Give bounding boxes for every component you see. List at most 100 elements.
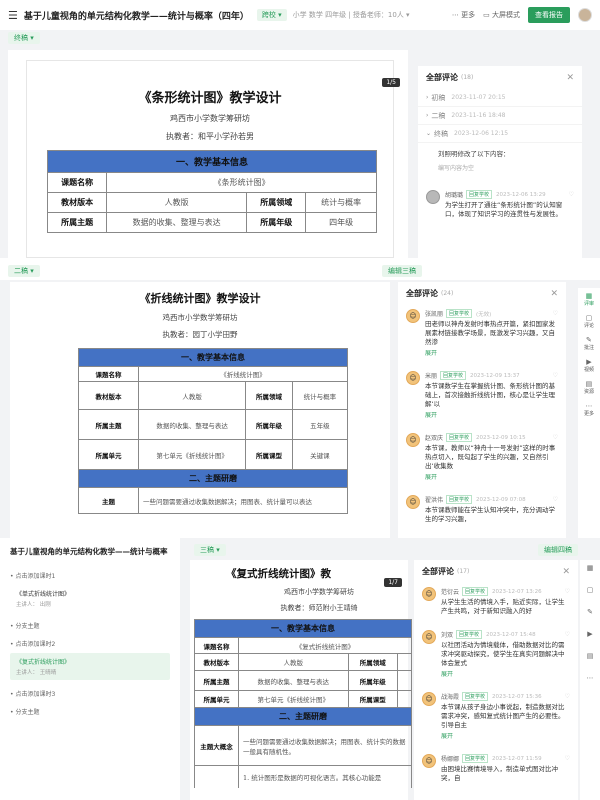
sidebar-item-review[interactable]: ▦ 评审 xyxy=(584,292,594,307)
like-icon[interactable]: ♡ xyxy=(553,496,558,503)
table-cell: 所属领域 xyxy=(347,653,398,671)
view-report-button[interactable]: 查看报告 xyxy=(528,7,570,23)
expand-link[interactable]: 展开 xyxy=(441,669,570,678)
comment-text: 以社团活动为情境载体，借助数据对比的需求冲突驱动探究，使学生在真实问题解决中体会… xyxy=(441,641,565,667)
document-page: 《复式折线统计图》教 鸡西市小学数学筹研坊 执教者：师范附小王靖绮 一、教学基本… xyxy=(190,560,413,800)
more-icon: ⋯ xyxy=(451,11,462,19)
table-cell: 1. 统计图形是数据的可视化语言。其核心功能是 xyxy=(238,765,412,788)
table-cell: 课题名称 xyxy=(78,366,139,382)
sidebar-item-video[interactable]: ▶ 视频 xyxy=(584,358,594,373)
table-cell: 教材版本 xyxy=(78,381,139,410)
comments-panel: 全部评论 (24) ✕ ☺ 张凯丽 回复学校 (无效) ♡ 田老师以神舟发射时事热点开篇，… xyxy=(398,282,566,538)
doc-title: 《条形统计图》教学设计 xyxy=(138,91,282,106)
comment-item: ☺ 米丽 回复学校 2023-12-09 13:37 ♡ 本节课数学生在掌握统计图、条… xyxy=(398,367,566,423)
avatar: ☺ xyxy=(422,754,436,768)
outline-section[interactable]: • 点击添加课时3 xyxy=(10,689,170,698)
document-page: 《折线统计图》教学设计 鸡西市小学数学筹研坊 执教者：园丁小学田野 一、教学基本… xyxy=(22,282,378,538)
hamburger-icon[interactable]: ☰ xyxy=(8,9,18,22)
document-viewer[interactable]: 《条形统计图》教学设计 鸡西市小学数学筹研坊 执教者：和平小学孙若男 一、教学基… xyxy=(8,50,408,258)
comment-item: ☺ 翟洪伟 回复学校 2023-12-09 07:08 ♡ 本节课教师能在学生认知冲突… xyxy=(398,491,566,528)
avatar: ☺ xyxy=(422,587,436,601)
avatar[interactable] xyxy=(578,8,592,22)
table-cell: 所属主题 xyxy=(78,409,139,440)
like-icon[interactable]: ♡ xyxy=(553,310,558,317)
school-filter[interactable]: 跨校 ▾ xyxy=(256,9,287,21)
close-icon[interactable]: ✕ xyxy=(562,567,570,577)
table-cell: 所属年级 xyxy=(246,212,307,233)
table-cell: 一些问题需要通过收集数据解决；用图表、统计量可以表达 xyxy=(138,487,348,514)
table-cell: 人教版 xyxy=(106,192,248,213)
resource-icon: ▤ xyxy=(585,380,593,388)
like-icon[interactable]: ♡ xyxy=(565,693,570,700)
more-menu[interactable]: ⋯ 更多 xyxy=(452,10,475,20)
outline-section[interactable]: • 分支主题 xyxy=(10,621,170,630)
video-icon: ▶ xyxy=(586,358,592,366)
outline-section[interactable]: • 点击添加课时1 xyxy=(10,571,170,580)
more-icon[interactable]: ⋯ xyxy=(587,674,594,682)
top-bar: ☰ 基于儿童视角的单元结构化教学——统计与概率（四年） 跨校 ▾ 小学 数学 四… xyxy=(0,0,600,30)
table-cell: 所属年级 xyxy=(347,670,398,691)
version-row[interactable]: › 二稿 2023-11-16 18:48 xyxy=(418,107,582,125)
table-cell: 所属课型 xyxy=(245,439,293,470)
outline-section[interactable]: • 点击添加课时2 xyxy=(10,639,170,648)
expand-link[interactable]: 展开 xyxy=(441,731,570,740)
doc-title: 《折线统计图》教学设计 xyxy=(139,292,261,305)
grid-icon[interactable]: ▦ xyxy=(587,564,594,572)
document-viewer[interactable]: 《折线统计图》教学设计 鸡西市小学数学筹研坊 执教者：园丁小学田野 一、教学基本… xyxy=(10,282,390,538)
comment-item: 胡璐璐 回复学校 2023-12-06 13:29 ♡ 为学生打开了通往“条形统计图”… xyxy=(418,186,582,223)
comment-text: 本节课数学生在掌握统计图、条形统计图的基础上，首次接触折线统计图，核心是让学生理… xyxy=(425,382,555,408)
outline-sidebar: 基于儿童视角的单元结构化教学——统计与概率 • 点击添加课时1 《单式折线统计图… xyxy=(0,538,180,800)
project-meta[interactable]: 小学 数学 四年级 | 授备老师：10人 ▾ xyxy=(293,10,410,20)
like-icon[interactable]: ♡ xyxy=(569,191,574,198)
comment-text: 田老师以神舟发射时事热点开篇，紧扣国家发展素材链接教学场景，既激发学习兴趣，又自… xyxy=(425,320,555,346)
sidebar-item-more[interactable]: ⋯ 更多 xyxy=(584,402,594,417)
comments-panel: 全部评论 (18) ✕ › 初稿 2023-11-07 20:15 › 二稿 2023-11… xyxy=(418,66,582,258)
version-selector[interactable]: 终稿 ▾ xyxy=(8,32,40,44)
table-cell xyxy=(396,690,413,708)
like-icon[interactable]: ♡ xyxy=(565,588,570,595)
comments-header: 全部评论 (24) ✕ xyxy=(406,288,558,299)
comment-text: 本节课从孩子身边小事说起，制造数据对比需求冲突，感知复式统计图产生的必要性。引导… xyxy=(441,703,565,729)
page-indicator: 1/7 xyxy=(384,578,402,587)
right-toolbar: ▦ ▢ ✎ ▶ ▤ ⋯ xyxy=(580,560,600,800)
edit-third-draft-button[interactable]: 编辑三稿 xyxy=(382,265,422,277)
sidebar-item-resources[interactable]: ▤ 资源 xyxy=(584,380,594,395)
version-row[interactable]: › 初稿 2023-11-07 20:15 xyxy=(418,89,582,107)
table-cell: 教材版本 xyxy=(194,653,239,671)
resource-icon[interactable]: ▤ xyxy=(587,652,594,660)
version-selector[interactable]: 三稿 ▾ xyxy=(194,544,226,556)
video-icon[interactable]: ▶ xyxy=(587,630,592,638)
comments-header: 全部评论 (17) ✕ xyxy=(422,566,570,577)
expand-link[interactable]: 展开 xyxy=(425,348,558,357)
version-selector[interactable]: 二稿 ▾ xyxy=(8,265,40,277)
section-heading: 一、教学基本信息 xyxy=(47,150,377,173)
expand-link[interactable]: 展开 xyxy=(425,410,558,419)
like-icon[interactable]: ♡ xyxy=(565,631,570,638)
sidebar-item-annotations[interactable]: ✎ 批注 xyxy=(584,336,594,351)
table-cell: 一些问题需要通过收集数据解决；用图表、统计实的数据一般具有随机性。 xyxy=(238,725,412,766)
close-icon[interactable]: ✕ xyxy=(566,73,574,83)
big-screen-button[interactable]: ▭ 大屏模式 xyxy=(483,10,520,20)
sidebar-item-comments[interactable]: ▢ 评论 xyxy=(584,314,594,329)
comment-item: ☺ 赵双庆 回复学校 2023-12-09 10:15 ♡ 本节课，教师以“神舟十一号… xyxy=(398,429,566,485)
edit-fourth-draft-button[interactable]: 编辑四稿 xyxy=(538,544,578,556)
comment-item: ☺ 杨娜娜 回复学校 2023-12-07 11:59 ♡ 由困境比赛情境导入，制造单… xyxy=(414,750,578,787)
comment-icon[interactable]: ▢ xyxy=(587,586,594,594)
lesson-card-selected[interactable]: 《复式折线统计图》 主讲人： 王晴晴 xyxy=(10,653,170,680)
like-icon[interactable]: ♡ xyxy=(565,755,570,762)
like-icon[interactable]: ♡ xyxy=(553,434,558,441)
table-cell: 所属单元 xyxy=(78,439,139,470)
close-icon[interactable]: ✕ xyxy=(550,289,558,299)
table-cell: 课题名称 xyxy=(194,637,239,654)
outline-section[interactable]: • 分支主题 xyxy=(10,707,170,716)
table-cell: 所属课型 xyxy=(347,690,398,708)
like-icon[interactable]: ♡ xyxy=(553,372,558,379)
lesson-card[interactable]: 《单式折线统计图》 主讲人： 出刚 xyxy=(10,585,170,612)
annotation-icon: ✎ xyxy=(586,336,592,344)
expand-link[interactable]: 展开 xyxy=(425,472,558,481)
table-cell: 《复式折线统计图》 xyxy=(238,637,412,654)
panel-final-draft: ☰ 基于儿童视角的单元结构化教学——统计与概率（四年） 跨校 ▾ 小学 数学 四… xyxy=(0,0,600,258)
annotation-icon[interactable]: ✎ xyxy=(587,608,593,616)
document-viewer[interactable]: 《复式折线统计图》教 鸡西市小学数学筹研坊 执教者：师范附小王靖绮 一、教学基本… xyxy=(190,560,413,800)
version-row[interactable]: ⌄ 终稿 2023-12-06 12:15 xyxy=(418,125,582,143)
